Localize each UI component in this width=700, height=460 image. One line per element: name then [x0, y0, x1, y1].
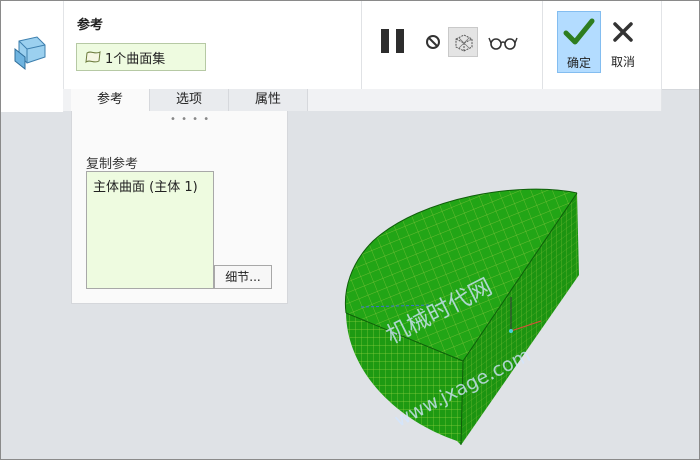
verify-button[interactable] — [488, 34, 518, 53]
tab-references[interactable]: 参考 — [71, 89, 150, 111]
pause-icon-bar — [396, 29, 404, 53]
feature-dashboard: 参考 1个曲面集 确定 取消 — [1, 1, 699, 90]
app-window: 机械时代网 www.jxage.com 参考 1个曲面集 确定 取消 参考 选项… — [0, 0, 700, 460]
glasses-icon — [488, 37, 518, 50]
dashboard-separator — [361, 1, 362, 89]
copy-surface-icon — [14, 36, 46, 71]
pause-button[interactable] — [381, 29, 409, 55]
surface-icon — [85, 51, 101, 64]
dashboard-tabs: 参考 选项 属性 — [71, 89, 308, 111]
stop-button[interactable] — [425, 34, 441, 53]
x-icon — [613, 22, 633, 42]
ok-label: 确定 — [566, 56, 591, 70]
feature-icon-cell — [1, 1, 64, 112]
pause-icon — [381, 29, 389, 53]
tab-properties[interactable]: 属性 — [229, 89, 308, 111]
tab-options[interactable]: 选项 — [150, 89, 229, 111]
dashboard-right-edge — [661, 1, 662, 111]
dashboard-title: 参考 — [77, 18, 104, 33]
checkmark-icon — [563, 18, 595, 45]
references-panel: • • • • 复制参考 主体曲面 (主体 1) 细节... — [71, 111, 288, 304]
cancel-button[interactable]: 取消 — [603, 11, 643, 73]
dashboard-separator — [542, 1, 543, 89]
list-item[interactable]: 主体曲面 (主体 1) — [93, 176, 198, 195]
copy-references-list[interactable]: 主体曲面 (主体 1) — [86, 171, 214, 289]
ok-button[interactable]: 确定 — [557, 11, 601, 73]
no-entry-icon — [426, 35, 440, 49]
collector-value: 1个曲面集 — [105, 51, 166, 67]
panel-grip-handle[interactable]: • • • • — [170, 115, 210, 125]
preview-toggle-button[interactable] — [448, 27, 478, 57]
mesh-preview-icon — [455, 34, 473, 52]
surface-set-collector[interactable]: 1个曲面集 — [76, 43, 206, 71]
copy-references-label: 复制参考 — [86, 157, 139, 172]
details-button[interactable]: 细节... — [214, 265, 272, 289]
cancel-label: 取消 — [610, 55, 635, 69]
